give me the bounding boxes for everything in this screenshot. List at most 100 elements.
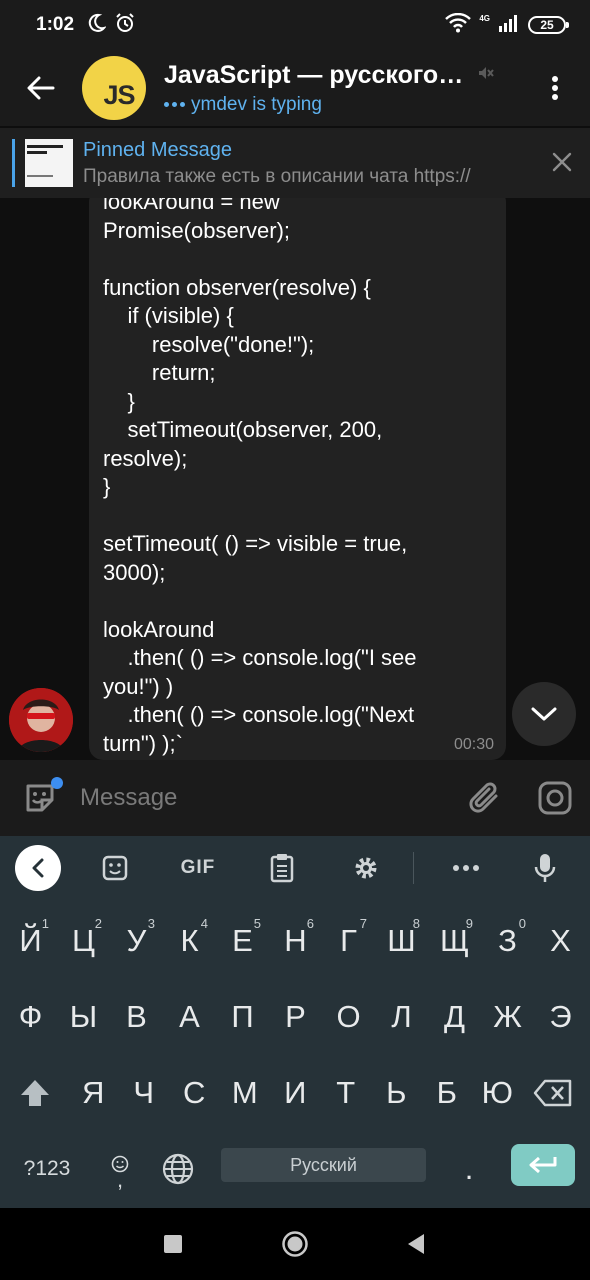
camera-button[interactable]: [520, 780, 590, 816]
chat-avatar[interactable]: JS: [82, 56, 146, 120]
close-pinned-button[interactable]: [552, 152, 572, 177]
chat-title: JavaScript — русскоговорящее сообщество: [164, 60, 468, 89]
back-nav-button[interactable]: [398, 1226, 434, 1262]
key-1[interactable]: Ф: [4, 980, 57, 1054]
comma-emoji-key[interactable]: ,: [98, 1132, 142, 1206]
key-5[interactable]: Е5: [216, 904, 269, 978]
do-not-disturb-icon: [86, 13, 107, 38]
muted-icon: [476, 64, 494, 87]
settings-button[interactable]: [337, 836, 394, 900]
battery-indicator: 25: [528, 16, 569, 34]
key-6[interactable]: Р: [269, 980, 322, 1054]
key-2[interactable]: Ц2: [57, 904, 110, 978]
emoji-sticker-button[interactable]: [0, 777, 80, 816]
key-7[interactable]: Ь: [371, 1056, 422, 1130]
key-label: Ж: [493, 999, 522, 1034]
key-8[interactable]: Б: [422, 1056, 473, 1130]
key-8[interactable]: Ш8: [375, 904, 428, 978]
backspace-key[interactable]: [524, 1056, 582, 1130]
key-hint: 9: [465, 916, 473, 931]
message-line: Promise(observer);: [103, 217, 291, 243]
key-label: Й: [19, 923, 42, 958]
home-button[interactable]: [277, 1226, 313, 1262]
period-key[interactable]: .: [446, 1132, 492, 1206]
message-time: 00:30: [453, 736, 494, 753]
key-7[interactable]: О: [322, 980, 375, 1054]
key-4[interactable]: М: [220, 1056, 271, 1130]
key-hint: 3: [147, 916, 155, 931]
key-9[interactable]: Д: [428, 980, 481, 1054]
key-label: Э: [549, 999, 572, 1034]
back-button[interactable]: [0, 50, 82, 126]
key-7[interactable]: Г7: [322, 904, 375, 978]
alarm-icon: [114, 12, 136, 39]
backspace-icon: [533, 1079, 572, 1107]
space-key[interactable]: Русский: [221, 1148, 426, 1182]
key-label: М: [231, 1075, 258, 1110]
scroll-to-bottom-button[interactable]: [512, 682, 576, 746]
key-6[interactable]: Т: [321, 1056, 372, 1130]
key-9[interactable]: Ю: [472, 1056, 523, 1130]
more-options-button[interactable]: [520, 50, 590, 126]
message-line: resolve("done!");: [103, 331, 315, 357]
key-4[interactable]: А: [163, 980, 216, 1054]
key-3[interactable]: У3: [110, 904, 163, 978]
key-label: Г: [340, 923, 357, 958]
key-5[interactable]: П: [216, 980, 269, 1054]
network-type: 4G: [479, 14, 490, 23]
home-circle-icon: [282, 1231, 308, 1257]
key-4[interactable]: К4: [163, 904, 216, 978]
key-3[interactable]: С: [169, 1056, 220, 1130]
key-hint: 6: [306, 916, 314, 931]
camera-icon: [538, 781, 572, 815]
symbols-key[interactable]: ?123: [10, 1132, 84, 1206]
chat-title-area[interactable]: JavaScript — русскоговорящее сообщество …: [164, 61, 494, 116]
pinned-thumbnail: [25, 139, 73, 187]
message-line: lookAround: [103, 616, 215, 642]
triangle-left-icon: [408, 1234, 424, 1254]
shift-key[interactable]: [8, 1056, 62, 1130]
message-input[interactable]: [80, 773, 450, 823]
attach-button[interactable]: [450, 780, 520, 816]
enter-key[interactable]: [511, 1144, 575, 1186]
typing-dots-icon: [164, 102, 185, 107]
key-10[interactable]: З0: [481, 904, 534, 978]
key-3[interactable]: В: [110, 980, 163, 1054]
sender-avatar[interactable]: [9, 688, 73, 752]
message-bubble[interactable]: lookAround = new Promise(observer); functi…: [89, 198, 506, 760]
key-5[interactable]: И: [270, 1056, 321, 1130]
key-10[interactable]: Ж: [481, 980, 534, 1054]
pinned-message-bar[interactable]: Pinned Message Правила также есть в опис…: [0, 128, 590, 198]
key-2[interactable]: Ч: [119, 1056, 170, 1130]
gif-label: GIF: [180, 857, 216, 878]
status-bar: 1:02 4G 25: [0, 0, 590, 50]
key-9[interactable]: Щ9: [428, 904, 481, 978]
message-line: }: [103, 474, 111, 499]
key-2[interactable]: Ы: [57, 980, 110, 1054]
gif-button[interactable]: GIF: [169, 836, 226, 900]
key-1[interactable]: Я: [68, 1056, 119, 1130]
wifi-icon: [445, 12, 472, 38]
clipboard-button[interactable]: [227, 836, 338, 900]
shift-icon: [21, 1080, 49, 1106]
comma-label: ,: [116, 1167, 124, 1192]
key-6[interactable]: Н6: [269, 904, 322, 978]
key-label: Ь: [386, 1075, 407, 1110]
enter-arrow-icon: [529, 1156, 557, 1174]
key-8[interactable]: Л: [375, 980, 428, 1054]
chat-avatar-text: JS: [103, 79, 135, 110]
chat-area[interactable]: lookAround = new Promise(observer); functi…: [0, 198, 590, 760]
key-1[interactable]: Й1: [4, 904, 57, 978]
key-hint: 7: [359, 916, 367, 931]
voice-input-button[interactable]: [501, 836, 590, 900]
language-key[interactable]: [154, 1132, 202, 1206]
key-11[interactable]: Х: [534, 904, 587, 978]
recents-button[interactable]: [155, 1226, 191, 1262]
message-line: if (visible) {: [103, 303, 234, 328]
more-toolbar-button[interactable]: [432, 836, 501, 900]
keyboard-sticker-button[interactable]: [61, 836, 170, 900]
keyboard-collapse-button[interactable]: [15, 845, 61, 891]
message-line: lookAround = new: [103, 198, 280, 214]
chat-header: JS JavaScript — русскоговорящее сообщест…: [0, 50, 590, 126]
key-11[interactable]: Э: [534, 980, 587, 1054]
